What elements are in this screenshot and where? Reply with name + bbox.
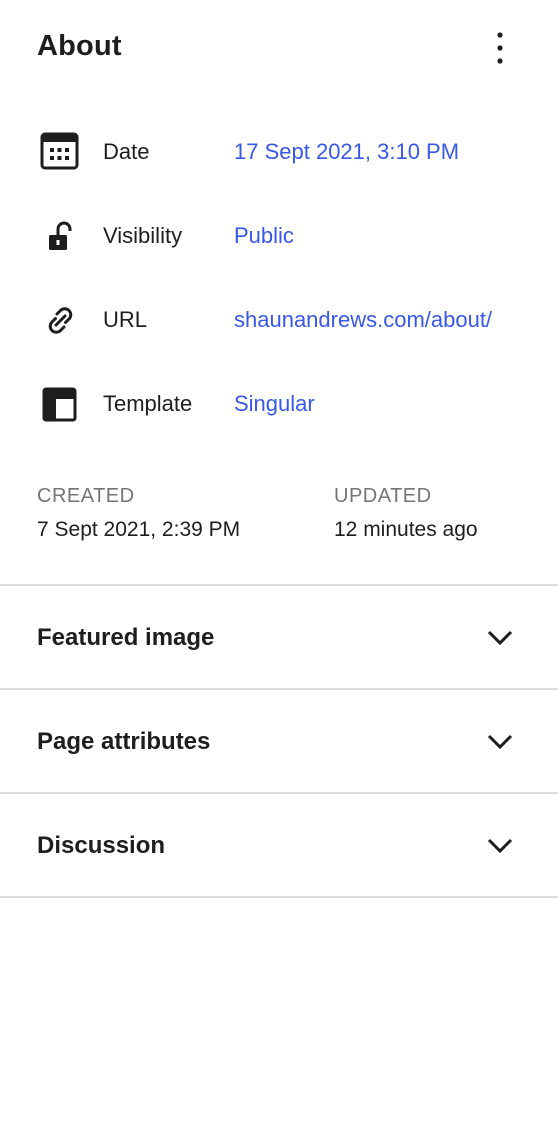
- info-row-url: URL shaunandrews.com/about/: [0, 288, 558, 348]
- visibility-value-link[interactable]: Public: [234, 223, 294, 249]
- section-page-attributes[interactable]: Page attributes: [0, 688, 558, 792]
- template-value-link[interactable]: Singular: [234, 391, 315, 417]
- vertical-ellipsis-icon: [497, 32, 503, 64]
- panel-title: About: [37, 30, 122, 62]
- date-label: Date: [103, 139, 150, 164]
- layout-icon: [40, 384, 80, 424]
- post-meta: CREATED 7 Sept 2021, 2:39 PM UPDATED 12 …: [0, 485, 558, 555]
- panel-header: About: [0, 0, 558, 98]
- created-info: CREATED 7 Sept 2021, 2:39 PM: [37, 485, 240, 542]
- date-value-link[interactable]: 17 Sept 2021, 3:10 PM: [234, 139, 459, 165]
- template-label: Template: [103, 391, 193, 416]
- calendar-icon: [40, 132, 80, 172]
- section-title: Discussion: [37, 832, 166, 859]
- section-featured-image[interactable]: Featured image: [0, 584, 558, 688]
- created-label: CREATED: [37, 485, 135, 507]
- chevron-down-icon: [484, 728, 516, 756]
- info-row-visibility: Visibility Public: [0, 204, 558, 264]
- updated-label: UPDATED: [334, 485, 432, 507]
- unlock-icon: [40, 216, 80, 256]
- section-title: Page attributes: [37, 728, 211, 755]
- link-icon: [40, 300, 80, 340]
- info-row-date: Date 17 Sept 2021, 3:10 PM: [0, 120, 558, 180]
- url-label: URL: [103, 307, 148, 332]
- updated-info: UPDATED 12 minutes ago: [334, 485, 478, 542]
- updated-value: 12 minutes ago: [334, 518, 478, 541]
- chevron-down-icon: [484, 832, 516, 860]
- section-discussion[interactable]: Discussion: [0, 792, 558, 898]
- section-title: Featured image: [37, 624, 215, 651]
- visibility-label: Visibility: [103, 223, 183, 248]
- created-value: 7 Sept 2021, 2:39 PM: [37, 518, 241, 541]
- url-value-link[interactable]: shaunandrews.com/about/: [234, 307, 492, 333]
- chevron-down-icon: [484, 624, 516, 652]
- about-panel: About Date 17 Sept 2021, 3:10 PM Visibil…: [0, 0, 558, 898]
- more-options-button[interactable]: [484, 28, 516, 68]
- info-row-template: Template Singular: [0, 372, 558, 432]
